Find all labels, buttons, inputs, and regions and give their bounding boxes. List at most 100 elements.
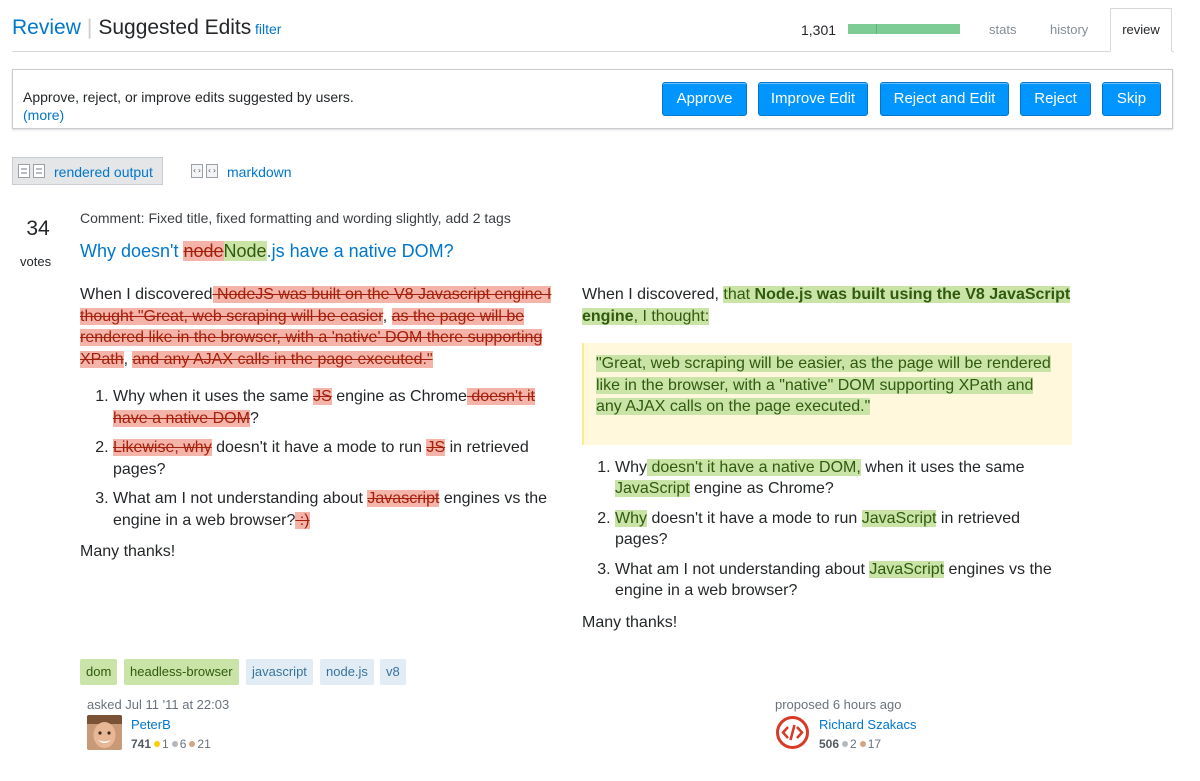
text-run: engine as Chrome? [689,480,834,497]
text-run: Why when it uses the same [113,388,314,405]
vote-count: 34 [26,217,50,240]
title-text: Why doesn't [80,241,184,261]
original-paragraph: When I discovered NodeJS was built on th… [80,284,570,370]
proposed-closing: Many thanks! [582,613,678,631]
improve-edit-button[interactable]: Improve Edit [758,82,868,116]
proposer-reputation: 506 2 17 [819,737,881,751]
header-divider [12,51,1174,52]
title-removed: node [183,241,224,261]
text-run: When I discovered [80,286,213,303]
tab-stats[interactable]: stats [989,22,1016,37]
original-closing: Many thanks! [80,543,176,560]
asker-gold-count: 1 [162,737,169,751]
removed-text: Likewise, why [113,439,212,456]
votes-label: votes [20,254,52,269]
proposed-paragraph: When I discovered, that Node.js was buil… [582,284,1072,327]
text-run: engine as Chrome [331,388,467,405]
proposed-body: When I discovered, that Node.js was buil… [582,284,1072,633]
asker-avatar[interactable] [87,715,122,750]
list-item: Why when it uses the same JS engine as C… [113,386,570,429]
review-progress-bar [848,24,960,34]
title-separator: | [86,16,93,39]
removed-text: Javascript [367,490,440,507]
silver-badge-icon [842,741,849,747]
proposer-name[interactable]: Richard Szakacs [819,717,917,732]
approve-button[interactable]: Approve [662,82,747,116]
proposer-silver-count: 2 [850,737,857,751]
text-run: Why [615,458,647,476]
added-text: doesn't it have a native DOM, [647,458,861,476]
rendered-output-icon [18,164,30,178]
original-list: Why when it uses the same JS engine as C… [80,386,570,531]
instructions-text: Approve, reject, or improve edits sugges… [23,89,354,105]
list-item: Why doesn't it have a native DOM, when i… [615,457,1072,500]
review-actions-panel: Approve, reject, or improve edits sugges… [12,69,1173,129]
removed-text: JS [426,439,446,456]
asker-name[interactable]: PeterB [131,717,171,732]
silver-badge-icon [171,741,178,747]
list-item: Why doesn't it have a mode to run JavaSc… [615,508,1072,551]
reject-button[interactable]: Reject [1020,82,1091,116]
review-link[interactable]: Review [12,16,81,39]
tag-nodejs[interactable]: node.js [320,659,374,685]
added-text: Why [615,509,647,527]
asker-rep-score: 741 [131,737,152,751]
asker-reputation: 741 1 6 21 [131,737,211,751]
markdown-icon[interactable]: ‹› [191,164,203,178]
added-text: JavaScript [861,509,937,527]
tag-v8[interactable]: v8 [380,659,406,685]
question-title[interactable]: Why doesn't nodeNode.js have a native DO… [80,241,454,262]
proposed-list: Why doesn't it have a native DOM, when i… [582,457,1072,602]
text-run: when it uses the same [860,458,1025,476]
tab-review[interactable]: review [1110,8,1172,52]
added-text: that [723,286,755,303]
proposer-avatar[interactable] [775,715,810,750]
title-text-end: .js have a native DOM? [266,241,454,261]
actions-description: Approve, reject, or improve edits sugges… [23,88,354,124]
added-text: JavaScript [615,480,690,497]
rendered-output-label: rendered output [54,164,153,180]
rendered-output-icon-2 [33,164,45,178]
text-run: doesn't it have a mode to run [647,509,862,527]
gold-badge-icon [154,741,161,747]
filter-link[interactable]: filter [255,21,281,37]
asked-timestamp: asked Jul 11 '11 at 22:03 [87,697,230,712]
text-run: , [382,307,392,325]
blockquote: "Great, web scraping will be easier, as … [582,343,1072,445]
rendered-output-toggle[interactable]: rendered output [12,157,163,185]
title-added: Node [223,241,267,261]
proposer-bronze-count: 17 [867,737,882,751]
code-logo-icon [775,715,810,750]
reject-and-edit-button[interactable]: Reject and Edit [880,82,1009,116]
asker-avatar-image [87,715,122,750]
added-text: JavaScript [869,560,945,578]
added-quote-text: "Great, web scraping will be easier, as … [596,355,1051,415]
markdown-icon-2[interactable]: ‹› [206,164,218,178]
progress-tick [876,24,877,34]
proposer-rep-score: 506 [819,737,840,751]
removed-text: and any AJAX calls in the page executed.… [132,350,433,368]
added-text: , I thought: [633,307,710,325]
tab-history[interactable]: history [1050,22,1088,37]
text-run: doesn't it have a mode to run [211,439,427,456]
removed-text: :) [295,511,310,529]
list-item: Likewise, why doesn't it have a mode to … [113,437,570,480]
tag-javascript[interactable]: javascript [246,659,313,685]
asker-silver-count: 6 [179,737,187,751]
more-link[interactable]: (more) [23,107,64,123]
text-run: What am I not understanding about [113,490,368,507]
tag-headless-browser[interactable]: headless-browser [124,659,239,685]
markdown-toggle[interactable]: markdown [227,164,292,180]
queue-name: Suggested Edits [98,16,252,39]
proposed-timestamp: proposed 6 hours ago [775,697,902,712]
review-count: 1,301 [801,22,837,38]
list-item: What am I not understanding about JavaSc… [615,559,1072,602]
tag-dom[interactable]: dom [80,659,118,685]
list-item: What am I not understanding about Javasc… [113,488,570,531]
bronze-badge-icon [859,741,866,747]
asker-bronze-count: 21 [197,737,211,751]
original-body: When I discovered NodeJS was built on th… [80,284,570,563]
edit-comment: Comment: Fixed title, fixed formatting a… [80,210,511,226]
skip-button[interactable]: Skip [1102,82,1161,116]
page-title: Review | Suggested Edits [12,16,251,40]
